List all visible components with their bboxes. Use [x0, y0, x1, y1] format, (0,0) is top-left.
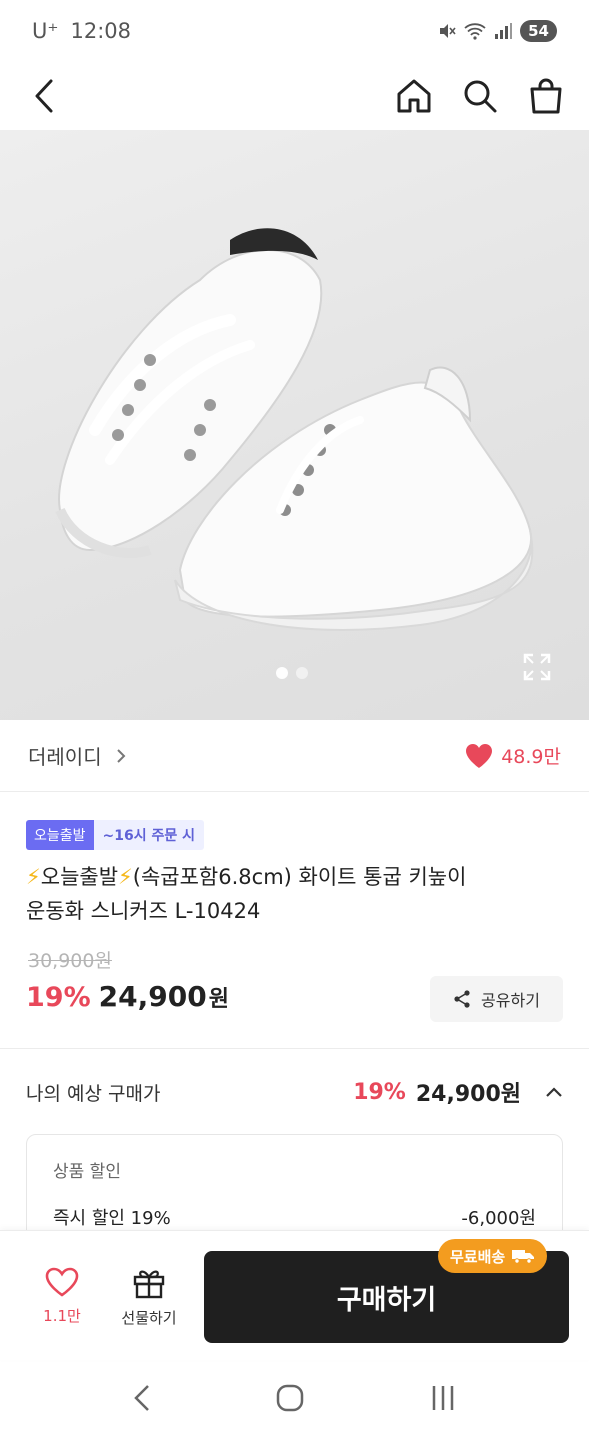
product-like-button[interactable]: 48.9만	[465, 742, 561, 769]
title-highlight: 오늘출발	[40, 865, 119, 889]
free-shipping-badge: 무료배송	[438, 1239, 548, 1273]
home-button[interactable]	[395, 77, 433, 115]
sale-price: 24,900원	[99, 980, 229, 1013]
status-icons: 54	[438, 20, 557, 42]
bottom-action-bar: 1.1만 선물하기 구매하기 무료배송	[0, 1230, 589, 1360]
system-home-icon	[276, 1384, 303, 1412]
share-button[interactable]: 공유하기	[430, 976, 563, 1022]
shopping-bag-icon	[530, 78, 562, 114]
expand-icon	[523, 653, 551, 681]
product-image-carousel[interactable]	[0, 130, 589, 720]
system-recents-icon	[432, 1386, 453, 1410]
clock: 12:08	[70, 19, 131, 43]
likes-count: 48.9만	[501, 746, 561, 768]
product-title: ⚡오늘출발⚡(속굽포함6.8cm) 화이트 통굽 키높이 운동화 스니커즈 L-…	[26, 860, 556, 928]
search-icon	[464, 80, 497, 113]
system-recents-button[interactable]	[429, 1384, 457, 1416]
title-line2: 운동화 스니커즈 L-10424	[26, 899, 261, 923]
back-button[interactable]	[24, 77, 62, 115]
battery-indicator: 54	[520, 20, 557, 42]
nav-actions	[395, 77, 565, 115]
wifi-icon	[464, 23, 486, 40]
system-back-icon	[133, 1385, 149, 1411]
chevron-right-icon	[116, 748, 126, 763]
brand-name-link[interactable]: 더레이디	[28, 741, 102, 770]
wishlist-button[interactable]: 1.1만	[38, 1267, 86, 1326]
chevron-up-icon	[546, 1087, 562, 1097]
original-price: 30,900원	[28, 950, 112, 972]
carousel-indicator	[276, 667, 308, 679]
heart-outline-icon	[45, 1267, 79, 1297]
share-label: 공유하기	[481, 991, 540, 1010]
cart-button[interactable]	[527, 77, 565, 115]
search-button[interactable]	[461, 77, 499, 115]
delivery-badge: 오늘출발 ~16시 주문 시	[26, 820, 205, 850]
expected-price-label: 나의 예상 구매가	[26, 1082, 161, 1105]
price-row: 19% 24,900원	[26, 980, 229, 1013]
system-home-button[interactable]	[276, 1384, 304, 1416]
gift-button[interactable]: 선물하기	[112, 1267, 186, 1328]
signal-icon	[495, 23, 513, 39]
system-navigation-bar	[0, 1360, 589, 1440]
brand-row: 더레이디 48.9만	[0, 720, 589, 792]
status-bar: U⁺ 12:08 54	[0, 0, 589, 62]
price-unit: 원	[208, 987, 229, 1012]
product-image	[55, 228, 534, 631]
discount-row: 즉시 할인 19% -6,000원	[53, 1204, 536, 1230]
free-shipping-label: 무료배송	[450, 1247, 506, 1266]
order-cutoff-badge: ~16시 주문 시	[93, 820, 205, 850]
mute-icon	[440, 24, 456, 38]
carrier-label: U⁺	[32, 19, 59, 43]
carousel-dot[interactable]	[296, 667, 308, 679]
discount-box-title: 상품 할인	[53, 1162, 121, 1182]
today-shipping-badge: 오늘출발	[26, 820, 94, 850]
back-arrow-icon	[35, 79, 53, 113]
carousel-dot-active[interactable]	[276, 667, 288, 679]
discount-rate: 19%	[26, 982, 91, 1013]
wishlist-count: 1.1만	[43, 1307, 81, 1325]
discount-row-amount: -6,000원	[461, 1208, 536, 1229]
expected-price-value: 24,900원	[415, 1082, 521, 1107]
title-line1-rest: (속굽포함6.8cm) 화이트 통굽 키높이	[132, 865, 467, 889]
section-divider	[0, 1048, 589, 1049]
expand-image-button[interactable]	[522, 652, 552, 686]
lightning-icon: ⚡	[26, 865, 41, 889]
discount-row-label: 즉시 할인 19%	[53, 1208, 171, 1229]
expected-price-toggle[interactable]: 나의 예상 구매가 19% 24,900원	[26, 1062, 563, 1122]
sale-price-value: 24,900	[98, 980, 207, 1013]
gift-icon	[133, 1270, 165, 1299]
heart-filled-icon	[466, 743, 493, 768]
expected-price-values: 19% 24,900원	[353, 1076, 563, 1108]
home-icon	[397, 79, 431, 113]
system-back-button[interactable]	[133, 1384, 151, 1416]
lightning-icon: ⚡	[118, 865, 133, 889]
share-icon	[454, 990, 470, 1008]
gift-label: 선물하기	[121, 1309, 177, 1327]
expected-discount-rate: 19%	[353, 1079, 406, 1105]
truck-icon	[512, 1250, 535, 1264]
top-nav	[0, 62, 589, 130]
